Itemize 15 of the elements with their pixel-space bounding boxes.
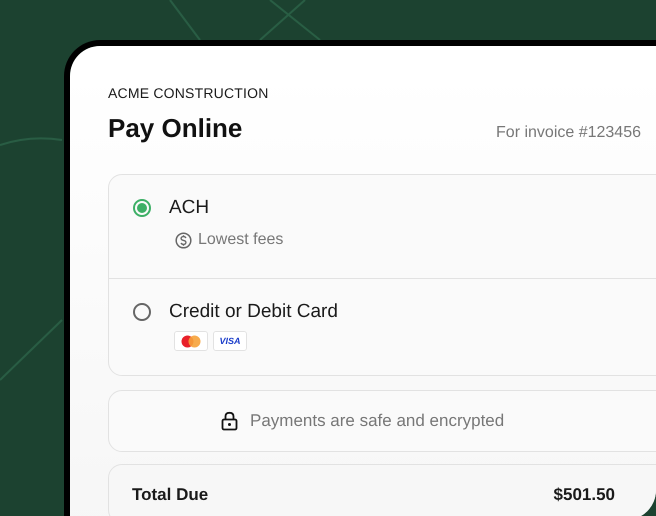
total-label: Total Due (132, 485, 208, 506)
payment-method-label: ACH (169, 197, 210, 219)
card-logo: VISA (213, 331, 247, 351)
total-amount: $501.50 (554, 485, 615, 506)
card-logo-icon (174, 331, 208, 351)
method-note: Lowest fees (198, 231, 284, 249)
radio-button[interactable] (133, 199, 151, 217)
page-title: Pay Online (108, 113, 242, 144)
lock-icon (221, 411, 238, 431)
payment-method-label: Credit or Debit Card (169, 301, 338, 323)
company-name: ACME CONSTRUCTION (108, 85, 270, 101)
radio-button[interactable] (133, 303, 151, 321)
dollar-icon (175, 232, 192, 248)
invoice-number: For invoice #123456 (496, 124, 641, 142)
security-text: Payments are safe and encrypted (250, 411, 504, 431)
